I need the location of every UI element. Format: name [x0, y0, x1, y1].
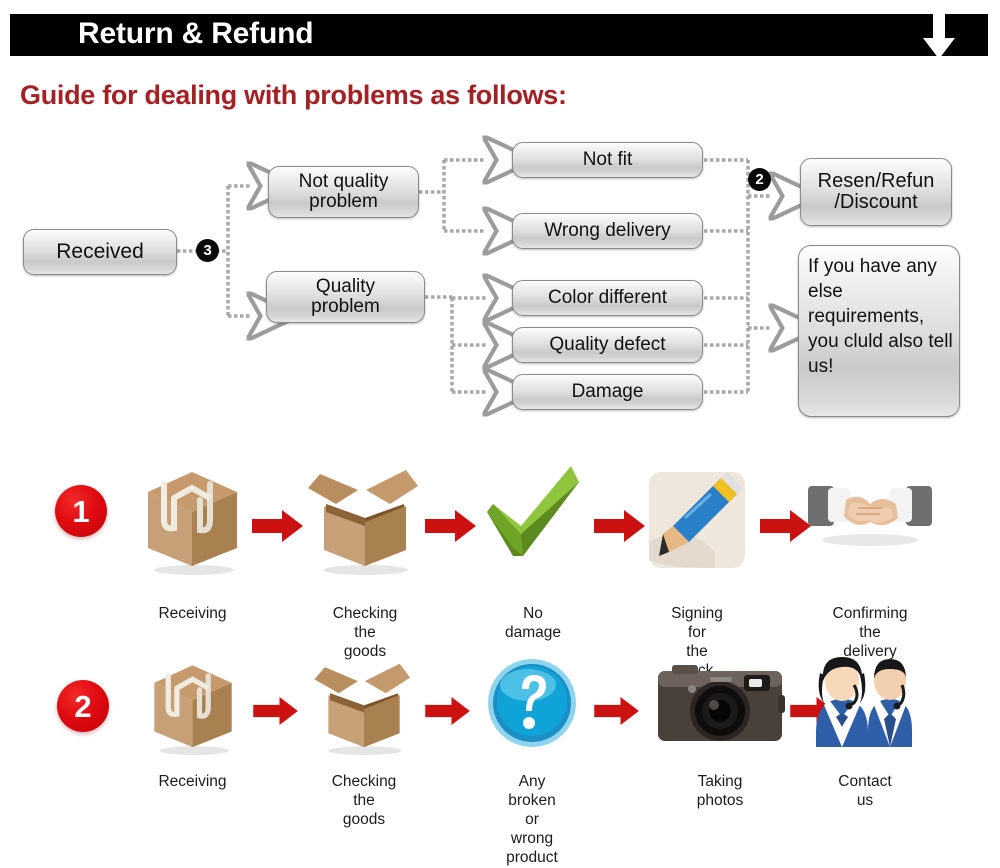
flow-step-taking-photos[interactable]: Taking photos: [650, 655, 790, 809]
guide-heading: Guide for dealing with problems as follo…: [20, 80, 567, 110]
flow-box-wrong-delivery-label: Wrong delivery: [544, 220, 671, 242]
flow-row-2: 2 Receiving Checking the goods Any broke…: [0, 655, 1000, 866]
camera-icon: [658, 665, 785, 741]
flow-box-color-different[interactable]: Color different: [512, 280, 703, 316]
flow-step-confirming-label: Confirming the delivery: [832, 605, 908, 660]
flow-box-resolution[interactable]: Resen/Refun /Discount: [800, 158, 952, 226]
flow-box-wrong-delivery[interactable]: Wrong delivery: [512, 213, 703, 249]
flow-step-checking-2-label: Checking the goods: [331, 773, 397, 828]
flow-box-quality-problem[interactable]: Quality problem: [266, 271, 425, 323]
flow-step-receiving-2[interactable]: Receiving: [140, 655, 245, 790]
flow-step-no-damage-label: No damage: [504, 605, 562, 641]
flow-row-1: 1 Receiving Checking the goods No damage…: [0, 460, 1000, 679]
red-right-arrow-icon: [425, 510, 476, 542]
flow-box-damage-label: Damage: [571, 381, 644, 403]
flow-step-checking-1[interactable]: Checking the goods: [305, 460, 425, 660]
flow-box-not-fit[interactable]: Not fit: [512, 142, 703, 178]
flow-step-no-damage[interactable]: No damage: [478, 460, 588, 641]
page-title: Return & Refund: [78, 17, 314, 50]
flow-step-checking-1-label: Checking the goods: [332, 605, 398, 660]
flow-box-quality-defect[interactable]: Quality defect: [512, 327, 703, 363]
flow-step-receiving-1[interactable]: Receiving: [135, 460, 250, 622]
green-checkmark-icon: [487, 466, 579, 556]
red-right-arrow-icon: [425, 697, 470, 725]
flow-badge-two-label: 2: [755, 171, 764, 188]
flow-box-quality-defect-label: Quality defect: [549, 334, 666, 356]
down-arrow-icon: [923, 12, 955, 59]
blue-question-mark-icon: [488, 659, 576, 747]
flow-box-note-label: If you have any else requirements, you c…: [808, 256, 953, 378]
handshake-icon: [808, 486, 932, 546]
flow-row-1-badge: 1: [55, 485, 107, 537]
flow-box-not-fit-label: Not fit: [582, 149, 633, 171]
flow-row-2-badge-label: 2: [74, 688, 92, 724]
flow-box-quality-problem-label: Quality problem: [311, 276, 380, 317]
flow-step-signing[interactable]: Signing for the pack: [642, 460, 752, 679]
open-box-icon: [314, 663, 411, 755]
flow-box-received-label: Received: [56, 240, 144, 264]
red-right-arrow-icon: [594, 510, 645, 542]
flow-step-taking-photos-label: Taking photos: [696, 773, 744, 809]
flow-step-receiving-2-label: Receiving: [158, 773, 227, 790]
open-box-icon: [308, 470, 418, 575]
flow-step-receiving-1-label: Receiving: [158, 605, 227, 622]
flow-badge-two: 2: [748, 168, 771, 191]
red-right-arrow-icon: [594, 697, 639, 725]
flow-step-contact-us[interactable]: Contact us: [805, 655, 925, 809]
flow-box-received[interactable]: Received: [23, 229, 177, 275]
flow-box-resolution-label: Resen/Refun /Discount: [817, 170, 935, 213]
closed-box-icon: [153, 665, 232, 755]
closed-box-icon: [148, 472, 237, 575]
flow-step-confirming[interactable]: Confirming the delivery: [805, 460, 935, 660]
pencil-signing-icon: [649, 472, 745, 568]
flow-step-any-broken-label: Any broken or wrong product: [506, 773, 558, 866]
flow-box-not-quality-problem[interactable]: Not quality problem: [268, 166, 419, 218]
flow-row-2-badge: 2: [57, 680, 109, 732]
red-right-arrow-icon: [252, 510, 303, 542]
flow-step-any-broken[interactable]: Any broken or wrong product: [477, 655, 587, 866]
flow-step-contact-us-label: Contact us: [838, 773, 892, 809]
flow-box-color-different-label: Color different: [548, 287, 667, 309]
flow-step-checking-2[interactable]: Checking the goods: [308, 655, 420, 828]
flow-box-damage[interactable]: Damage: [512, 374, 703, 410]
flow-box-note[interactable]: If you have any else requirements, you c…: [798, 245, 960, 417]
flow-badge-three: 3: [196, 239, 219, 262]
support-agents-icon: [816, 657, 912, 747]
flow-box-not-quality-problem-label: Not quality problem: [298, 171, 389, 212]
red-right-arrow-icon: [253, 697, 298, 725]
flow-badge-three-label: 3: [203, 242, 212, 259]
flow-row-1-badge-label: 1: [72, 493, 90, 529]
